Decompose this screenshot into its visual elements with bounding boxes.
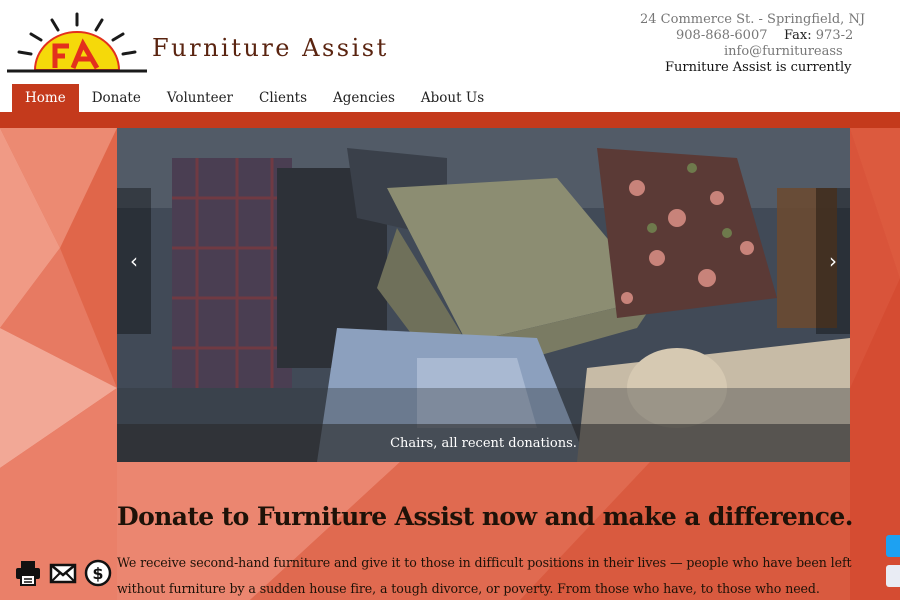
contact-info: 24 Commerce St. - Springfield, NJ 908-86… [640,12,900,76]
nav-item-donate[interactable]: Donate [79,84,154,112]
share-toolbar: $ [14,559,112,587]
nav-item-clients[interactable]: Clients [246,84,320,112]
slider-next-button[interactable]: › [816,188,850,334]
social-share-rail [886,535,900,587]
email-link[interactable]: info@furnitureass [640,44,900,60]
address: 24 Commerce St. - Springfield, NJ [640,12,866,27]
main-nav: Home Donate Volunteer Clients Agencies A… [12,84,497,112]
slide-caption: Chairs, all recent donations. [117,424,850,462]
nav-item-home[interactable]: Home [12,84,79,112]
status-message: Furniture Assist is currently [665,60,852,75]
nav-underline-bar [0,112,900,128]
print-icon[interactable] [14,559,42,587]
page-headline: Donate to Furniture Assist now and make … [117,502,853,531]
slider-prev-button[interactable]: ‹ [117,188,151,334]
twitter-icon[interactable] [886,535,900,557]
nav-item-about-us[interactable]: About Us [408,84,497,112]
phone-number[interactable]: 908-868-6007 [676,28,768,43]
nav-item-volunteer[interactable]: Volunteer [154,84,246,112]
site-title[interactable]: Furniture Assist [152,34,389,62]
image-slider[interactable]: ‹ › Chairs, all recent donations. [117,128,850,462]
facebook-like-icon[interactable] [886,565,900,587]
furniture-assist-logo[interactable] [7,12,147,74]
intro-paragraph: We receive second-hand furniture and giv… [117,555,852,596]
phone-fax-line: 908-868-6007 Fax: 973-2 [640,28,900,44]
site-header: Furniture Assist 24 Commerce St. - Sprin… [0,0,900,112]
fax-label: Fax: [784,28,812,43]
svg-text:$: $ [92,564,103,583]
donate-dollar-icon[interactable]: $ [84,559,112,587]
fax-number: 973-2 [815,28,854,43]
nav-item-agencies[interactable]: Agencies [320,84,408,112]
email-icon[interactable] [49,559,77,587]
slide-image-donated-chairs [117,128,850,462]
